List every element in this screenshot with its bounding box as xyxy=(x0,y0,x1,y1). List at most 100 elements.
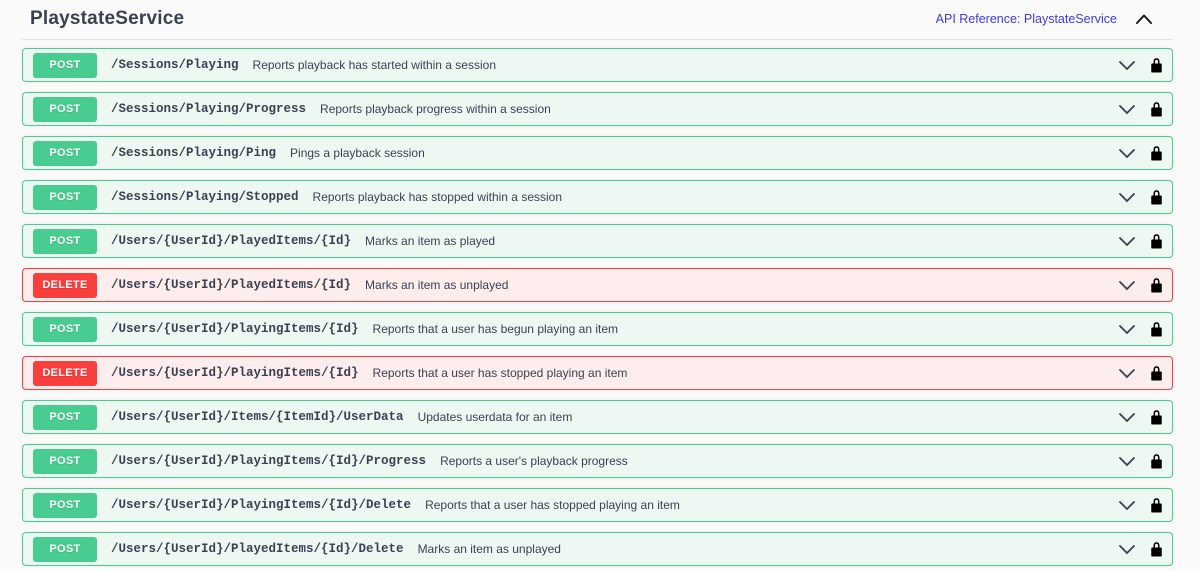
lock-icon xyxy=(1149,101,1164,117)
method-badge: POST xyxy=(33,449,97,474)
operation-row[interactable]: POST /Users/{UserId}/PlayingItems/{Id}/P… xyxy=(22,444,1173,478)
expand-operation-button[interactable] xyxy=(1118,104,1136,115)
authorize-button[interactable] xyxy=(1149,541,1164,557)
lock-icon xyxy=(1149,541,1164,557)
authorize-button[interactable] xyxy=(1149,101,1164,117)
lock-icon xyxy=(1149,365,1164,381)
method-badge: POST xyxy=(33,537,97,562)
operation-row[interactable]: DELETE /Users/{UserId}/PlayingItems/{Id}… xyxy=(22,356,1173,390)
operation-row[interactable]: POST /Sessions/Playing/Ping Pings a play… xyxy=(22,136,1173,170)
authorize-button[interactable] xyxy=(1149,365,1164,381)
expand-operation-button[interactable] xyxy=(1118,500,1136,511)
operation-description: Reports playback has stopped within a se… xyxy=(313,190,1110,204)
chevron-down-icon xyxy=(1118,236,1136,247)
operation-description: Reports that a user has stopped playing … xyxy=(373,366,1110,380)
api-reference-link[interactable]: API Reference: PlaystateService xyxy=(936,12,1117,26)
authorize-button[interactable] xyxy=(1149,453,1164,469)
operation-path: /Users/{UserId}/PlayingItems/{Id}/Delete xyxy=(111,498,411,512)
expand-operation-button[interactable] xyxy=(1118,544,1136,555)
expand-operation-button[interactable] xyxy=(1118,368,1136,379)
authorize-button[interactable] xyxy=(1149,233,1164,249)
operation-description: Marks an item as unplayed xyxy=(418,542,1110,556)
expand-operation-button[interactable] xyxy=(1118,60,1136,71)
method-badge: POST xyxy=(33,229,97,254)
chevron-down-icon xyxy=(1118,148,1136,159)
operation-description: Marks an item as unplayed xyxy=(365,278,1110,292)
section-header: PlaystateService API Reference: Playstat… xyxy=(22,8,1173,40)
expand-operation-button[interactable] xyxy=(1118,456,1136,467)
method-badge: DELETE xyxy=(33,361,97,386)
chevron-down-icon xyxy=(1118,60,1136,71)
lock-icon xyxy=(1149,409,1164,425)
chevron-up-icon xyxy=(1135,13,1153,25)
chevron-down-icon xyxy=(1118,412,1136,423)
authorize-button[interactable] xyxy=(1149,409,1164,425)
lock-icon xyxy=(1149,57,1164,73)
authorize-button[interactable] xyxy=(1149,321,1164,337)
operation-path: /Sessions/Playing/Progress xyxy=(111,102,306,116)
expand-operation-button[interactable] xyxy=(1118,192,1136,203)
operation-path: /Users/{UserId}/PlayingItems/{Id} xyxy=(111,366,359,380)
chevron-down-icon xyxy=(1118,456,1136,467)
authorize-button[interactable] xyxy=(1149,277,1164,293)
operation-row[interactable]: POST /Sessions/Playing Reports playback … xyxy=(22,48,1173,82)
operation-path: /Users/{UserId}/PlayedItems/{Id} xyxy=(111,278,351,292)
page-title: PlaystateService xyxy=(30,8,184,30)
chevron-down-icon xyxy=(1118,368,1136,379)
lock-icon xyxy=(1149,453,1164,469)
method-badge: POST xyxy=(33,405,97,430)
method-badge: POST xyxy=(33,141,97,166)
method-badge: POST xyxy=(33,493,97,518)
chevron-down-icon xyxy=(1118,544,1136,555)
operation-description: Pings a playback session xyxy=(290,146,1110,160)
lock-icon xyxy=(1149,233,1164,249)
expand-operation-button[interactable] xyxy=(1118,324,1136,335)
expand-operation-button[interactable] xyxy=(1118,148,1136,159)
operation-row[interactable]: POST /Users/{UserId}/PlayedItems/{Id} Ma… xyxy=(22,224,1173,258)
operation-description: Marks an item as played xyxy=(365,234,1110,248)
operation-description: Reports a user's playback progress xyxy=(440,454,1110,468)
method-badge: POST xyxy=(33,53,97,78)
operation-path: /Sessions/Playing/Stopped xyxy=(111,190,299,204)
operation-path: /Users/{UserId}/PlayedItems/{Id}/Delete xyxy=(111,542,404,556)
method-badge: DELETE xyxy=(33,273,97,298)
operation-row[interactable]: POST /Sessions/Playing/Progress Reports … xyxy=(22,92,1173,126)
method-badge: POST xyxy=(33,97,97,122)
authorize-button[interactable] xyxy=(1149,145,1164,161)
operation-row[interactable]: POST /Users/{UserId}/PlayingItems/{Id} R… xyxy=(22,312,1173,346)
chevron-down-icon xyxy=(1118,500,1136,511)
operation-path: /Sessions/Playing/Ping xyxy=(111,146,276,160)
operation-row[interactable]: POST /Users/{UserId}/PlayedItems/{Id}/De… xyxy=(22,532,1173,566)
chevron-down-icon xyxy=(1118,104,1136,115)
operation-description: Updates userdata for an item xyxy=(418,410,1110,424)
expand-operation-button[interactable] xyxy=(1118,412,1136,423)
operation-description: Reports playback progress within a sessi… xyxy=(320,102,1110,116)
authorize-button[interactable] xyxy=(1149,189,1164,205)
expand-operation-button[interactable] xyxy=(1118,236,1136,247)
operation-path: /Users/{UserId}/PlayingItems/{Id} xyxy=(111,322,359,336)
lock-icon xyxy=(1149,277,1164,293)
method-badge: POST xyxy=(33,185,97,210)
chevron-down-icon xyxy=(1118,192,1136,203)
operations-list: POST /Sessions/Playing Reports playback … xyxy=(22,48,1173,566)
operation-path: /Users/{UserId}/PlayedItems/{Id} xyxy=(111,234,351,248)
operation-path: /Users/{UserId}/PlayingItems/{Id}/Progre… xyxy=(111,454,426,468)
operation-row[interactable]: POST /Users/{UserId}/Items/{ItemId}/User… xyxy=(22,400,1173,434)
playstate-service-section: PlaystateService API Reference: Playstat… xyxy=(0,0,1200,566)
operation-row[interactable]: POST /Users/{UserId}/PlayingItems/{Id}/D… xyxy=(22,488,1173,522)
collapse-section-button[interactable] xyxy=(1133,10,1155,28)
operation-description: Reports that a user has stopped playing … xyxy=(425,498,1110,512)
authorize-button[interactable] xyxy=(1149,497,1164,513)
lock-icon xyxy=(1149,321,1164,337)
method-badge: POST xyxy=(33,317,97,342)
operation-description: Reports playback has started within a se… xyxy=(253,58,1110,72)
authorize-button[interactable] xyxy=(1149,57,1164,73)
expand-operation-button[interactable] xyxy=(1118,280,1136,291)
lock-icon xyxy=(1149,497,1164,513)
lock-icon xyxy=(1149,145,1164,161)
chevron-down-icon xyxy=(1118,324,1136,335)
operation-row[interactable]: POST /Sessions/Playing/Stopped Reports p… xyxy=(22,180,1173,214)
operation-row[interactable]: DELETE /Users/{UserId}/PlayedItems/{Id} … xyxy=(22,268,1173,302)
operation-path: /Users/{UserId}/Items/{ItemId}/UserData xyxy=(111,410,404,424)
chevron-down-icon xyxy=(1118,280,1136,291)
